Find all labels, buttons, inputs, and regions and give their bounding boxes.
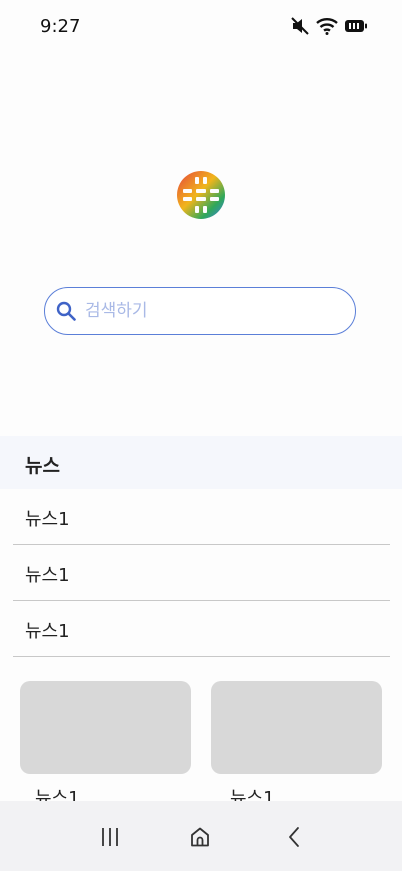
navigation-bar [0, 801, 402, 871]
section-title: 뉴스 [25, 455, 60, 477]
back-icon[interactable] [280, 823, 308, 851]
search-input[interactable] [85, 288, 340, 334]
mute-icon [290, 16, 310, 36]
status-icons [290, 16, 368, 36]
news-list: 뉴스1 뉴스1 뉴스1 [13, 489, 390, 657]
news-section-header: 뉴스 [0, 436, 402, 489]
list-item-title: 뉴스1 [25, 621, 70, 642]
search-icon[interactable] [56, 301, 76, 325]
battery-icon [344, 18, 368, 34]
wifi-icon [316, 17, 338, 35]
status-time: 9:27 [40, 16, 81, 37]
card-thumbnail[interactable] [211, 681, 382, 774]
home-icon[interactable] [186, 823, 214, 851]
search-bar[interactable] [44, 287, 356, 335]
list-item-title: 뉴스1 [25, 565, 70, 586]
recent-apps-icon[interactable] [96, 823, 124, 851]
list-item[interactable]: 뉴스1 [13, 545, 390, 601]
globe-icon [175, 169, 227, 221]
status-bar: 9:27 [0, 0, 402, 56]
list-item[interactable]: 뉴스1 [13, 489, 390, 545]
list-item[interactable]: 뉴스1 [13, 601, 390, 657]
news-card[interactable]: 뉴스1 [211, 681, 382, 809]
list-item-title: 뉴스1 [25, 509, 70, 530]
news-card[interactable]: 뉴스1 [20, 681, 191, 809]
card-thumbnail[interactable] [20, 681, 191, 774]
